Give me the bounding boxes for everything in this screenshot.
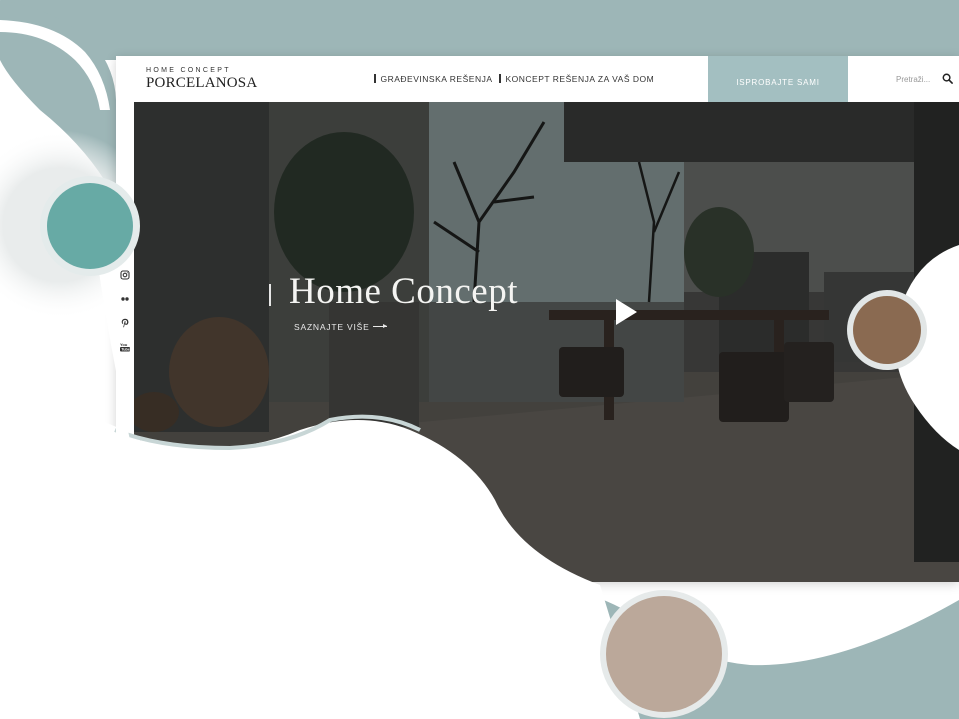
nav-divider [374,74,376,83]
hero-background-image [134,102,959,582]
logo[interactable]: HOME CONCEPT PORCELANOSA [146,67,257,91]
youtube-icon[interactable]: YouTube [120,342,130,352]
social-links: You Tube [120,246,132,366]
nav-item-home-concept-solutions[interactable]: KONCEPT REŠENJA ZA VAŠ DOM [499,74,654,84]
nav-divider [499,74,501,83]
logo-wordmark: PORCELANOSA [146,75,258,91]
search-input[interactable] [896,72,938,86]
arrow-right-icon [372,324,387,328]
search-icon[interactable] [942,73,953,84]
instagram-icon[interactable] [120,270,130,280]
hero-title-marker [269,284,271,306]
hero-title: Home Concept [289,271,518,312]
try-yourself-button[interactable]: ISPROBAJTE SAMI [708,56,848,108]
twitter-icon[interactable] [120,246,130,256]
svg-text:You: You [120,342,128,347]
nav-item-label: KONCEPT REŠENJA ZA VAŠ DOM [505,74,655,84]
hero-video[interactable]: Home Concept SAZNAJTE VIŠE [134,102,959,582]
nav-item-label: GRAĐEVINSKA REŠENJA [380,74,493,84]
flickr-icon[interactable] [120,294,130,304]
browser-window: HOME CONCEPT PORCELANOSA GRAĐEVINSKA REŠ… [116,56,959,582]
learn-more-link[interactable]: SAZNAJTE VIŠE [294,322,387,332]
nav-item-building-solutions[interactable]: GRAĐEVINSKA REŠENJA [374,74,493,84]
top-teal-band [0,0,959,60]
bottom-teal-blob [520,580,959,719]
learn-more-label: SAZNAJTE VIŠE [294,322,370,332]
pinterest-icon[interactable] [120,318,130,328]
svg-text:Tube: Tube [121,348,130,352]
site-header: HOME CONCEPT PORCELANOSA GRAĐEVINSKA REŠ… [116,56,959,108]
logo-tagline: HOME CONCEPT [146,67,231,74]
play-icon[interactable] [614,298,638,326]
